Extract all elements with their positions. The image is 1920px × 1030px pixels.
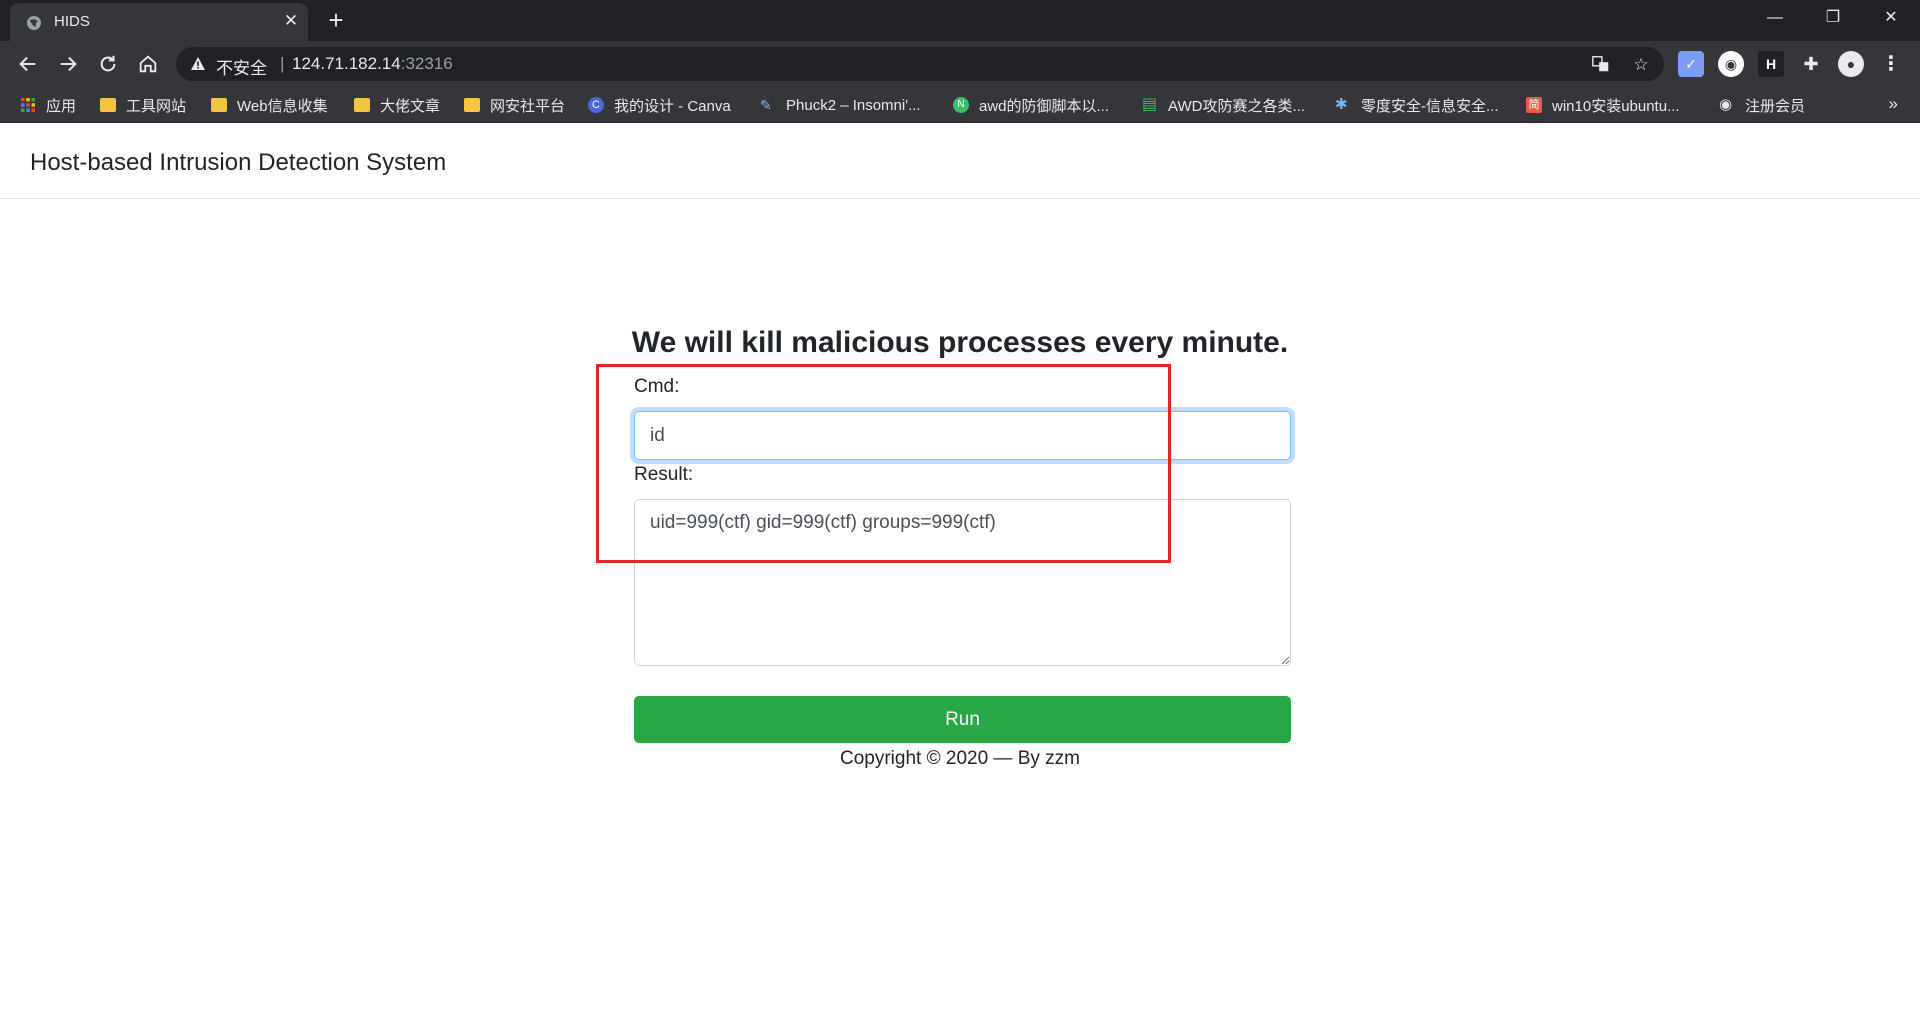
- bookmark-label: 零度安全-信息安全...: [1361, 97, 1499, 115]
- bookmark-platform[interactable]: 网安社平台: [464, 95, 565, 115]
- extension-icon-1[interactable]: ✓: [1678, 51, 1704, 77]
- bookmark-awd-attack[interactable]: ▤ AWD攻防赛之各类...: [1142, 95, 1305, 115]
- address-host: 124.71.182.14: [292, 54, 401, 73]
- bookmark-label: 注册会员: [1745, 97, 1806, 115]
- bookmark-label: 我的设计 - Canva: [614, 97, 731, 115]
- reload-button[interactable]: [94, 50, 122, 78]
- new-tab-button[interactable]: +: [322, 7, 350, 35]
- browser-toolbar: 不安全 | 124.71.182.14:32316 ☆ ✓ ◉ H ✚ ● ⋮: [0, 41, 1920, 87]
- bookmark-label: 大佬文章: [380, 97, 441, 115]
- bookmark-articles[interactable]: 大佬文章: [354, 95, 440, 115]
- folder-icon: [211, 98, 227, 112]
- folder-icon: [464, 98, 480, 112]
- bookmark-apps[interactable]: 应用: [20, 95, 76, 115]
- bug-icon: ✱: [1335, 96, 1348, 113]
- page-icon: ✎: [760, 97, 772, 113]
- bookmark-label: 工具网站: [126, 97, 187, 115]
- arrow-left-icon: [19, 56, 36, 72]
- bookmark-web-info[interactable]: Web信息收集: [211, 95, 328, 115]
- browser-titlebar: HIDS ✕ + — ❐ ✕: [0, 0, 1920, 41]
- address-separator: |: [280, 54, 285, 73]
- warning-icon: [191, 57, 205, 70]
- arrow-right-icon: [60, 56, 77, 72]
- bookmark-label: 应用: [46, 97, 77, 115]
- tab-title: HIDS: [54, 13, 90, 30]
- translate-icon[interactable]: [1590, 54, 1612, 76]
- forward-button[interactable]: [54, 50, 82, 78]
- bookmarks-overflow-icon[interactable]: »: [1889, 94, 1898, 114]
- home-button[interactable]: [134, 50, 162, 78]
- restore-button[interactable]: ❐: [1808, 0, 1858, 36]
- globe-icon: ◉: [1719, 96, 1733, 113]
- bookmark-label: AWD攻防赛之各类...: [1168, 97, 1305, 115]
- bookmarks-bar: 应用 工具网站 Web信息收集 大佬文章 网安社平台 C 我的设计 - Canv…: [0, 87, 1920, 123]
- n-icon: N: [953, 97, 969, 113]
- reload-icon: [100, 55, 116, 72]
- bookmark-awd-defense[interactable]: N awd的防御脚本以...: [953, 95, 1109, 115]
- extension-icon-3[interactable]: H: [1758, 51, 1784, 77]
- copyright-text: Copyright © 2020 — By zzm: [840, 748, 1080, 769]
- insecure-label: 不安全: [216, 59, 267, 78]
- bookmark-label: win10安装ubuntu...: [1552, 97, 1680, 115]
- bookmark-label: awd的防御脚本以...: [979, 97, 1110, 115]
- menu-kebab-icon[interactable]: ⋮: [1878, 51, 1904, 77]
- bookmark-tools[interactable]: 工具网站: [100, 95, 186, 115]
- puzzle-icon[interactable]: ✚: [1798, 51, 1824, 77]
- address-url: 124.71.182.14:32316: [292, 54, 453, 74]
- address-bar[interactable]: 不安全 | 124.71.182.14:32316 ☆: [176, 47, 1664, 81]
- profile-avatar-icon[interactable]: ●: [1838, 51, 1864, 77]
- page-heading: We will kill malicious processes every m…: [631, 326, 1289, 359]
- tab-close-icon[interactable]: ✕: [280, 10, 302, 32]
- annotation-highlight-box: [596, 364, 1171, 563]
- bars-icon: ▤: [1142, 96, 1158, 113]
- jian-icon: 简: [1526, 97, 1542, 113]
- browser-tab[interactable]: HIDS ✕: [10, 3, 308, 41]
- bookmark-phuck2[interactable]: ✎ Phuck2 – Insomni'...: [760, 95, 921, 115]
- folder-icon: [354, 98, 370, 112]
- close-window-button[interactable]: ✕: [1866, 0, 1916, 36]
- address-port: :32316: [400, 54, 453, 73]
- minimize-button[interactable]: —: [1750, 0, 1800, 36]
- folder-icon: [100, 98, 116, 112]
- back-button[interactable]: [14, 50, 42, 78]
- bookmark-register[interactable]: ◉ 注册会员: [1719, 95, 1805, 115]
- bookmark-label: Web信息收集: [237, 97, 328, 115]
- globe-icon: [27, 16, 41, 30]
- bookmark-label: 网安社平台: [490, 97, 566, 115]
- site-navbar: Host-based Intrusion Detection System: [0, 124, 1920, 199]
- site-brand[interactable]: Host-based Intrusion Detection System: [30, 149, 446, 177]
- bookmark-win10-ubuntu[interactable]: 简 win10安装ubuntu...: [1526, 95, 1680, 115]
- apps-grid-icon: [21, 98, 35, 112]
- bookmark-canva[interactable]: C 我的设计 - Canva: [588, 95, 731, 115]
- bookmark-star-icon[interactable]: ☆: [1630, 54, 1652, 76]
- canva-icon: C: [588, 97, 604, 113]
- extension-icon-2[interactable]: ◉: [1718, 51, 1744, 77]
- bookmark-label: Phuck2 – Insomni'...: [786, 96, 921, 114]
- bookmark-zero-security[interactable]: ✱ 零度安全-信息安全...: [1335, 95, 1499, 115]
- home-icon: [139, 55, 157, 73]
- run-button[interactable]: Run: [634, 696, 1291, 743]
